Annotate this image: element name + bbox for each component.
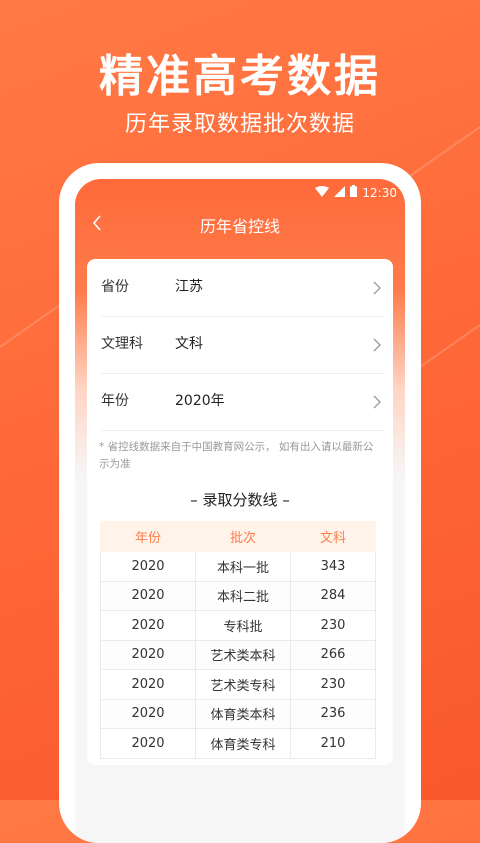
- phone-frame: 12:30 历年省控线 省份 江苏 文理科 文科 年份 2020年 * 省控线数…: [59, 163, 421, 843]
- filter-value: 2020年: [175, 393, 225, 409]
- table-cell: 2020: [100, 580, 196, 611]
- table-cell: 343: [290, 551, 376, 582]
- table-cell: 专科批: [195, 610, 291, 641]
- chevron-right-icon: [373, 394, 381, 413]
- filter-label: 年份: [101, 393, 129, 409]
- table-cell: 体育类专科: [195, 728, 291, 759]
- table-cell: 本科二批: [195, 580, 291, 611]
- table-cell: 2020: [100, 551, 196, 582]
- table-cell: 艺术类专科: [195, 669, 291, 700]
- signal-icon: [334, 185, 346, 200]
- table-row: 2020 艺术类本科 266: [100, 639, 376, 670]
- status-icons: 12:30: [315, 185, 397, 200]
- table-cell: 2020: [100, 728, 196, 759]
- chevron-right-icon: [373, 337, 381, 356]
- hero-subtitle: 历年录取数据批次数据: [124, 112, 355, 137]
- table-row: 2020 本科一批 343: [100, 551, 376, 582]
- table-cell: 体育类本科: [195, 698, 291, 729]
- filter-row-province[interactable]: 省份 江苏: [87, 259, 393, 316]
- table-row: 2020 本科二批 284: [100, 580, 376, 611]
- filter-label: 省份: [101, 279, 129, 295]
- chevron-right-icon: [373, 280, 381, 299]
- table-cell: 284: [290, 580, 376, 611]
- section-title: – 录取分数线 –: [190, 491, 290, 509]
- filter-value: 文科: [175, 336, 203, 352]
- table-header-row: 年份 批次 文科: [100, 521, 376, 552]
- content-card: 省份 江苏 文理科 文科 年份 2020年 * 省控线数据来自于中国教育网公示，…: [87, 259, 393, 765]
- filter-label: 文理科: [101, 336, 143, 352]
- filter-row-year[interactable]: 年份 2020年: [87, 373, 393, 430]
- table-cell: 2020: [100, 639, 196, 670]
- table-cell: 2020: [100, 669, 196, 700]
- table-row: 2020 专科批 230: [100, 610, 376, 641]
- table-row: 2020 体育类专科 210: [100, 728, 376, 759]
- table-cell: 2020: [100, 698, 196, 729]
- phone-screen: 12:30 历年省控线 省份 江苏 文理科 文科 年份 2020年 * 省控线数…: [75, 179, 405, 843]
- filter-row-subject[interactable]: 文理科 文科: [87, 316, 393, 373]
- page-title: 历年省控线: [199, 217, 280, 236]
- table-cell: 本科一批: [195, 551, 291, 582]
- table-cell: 2020: [100, 610, 196, 641]
- score-table: 年份 批次 文科 2020 本科一批 343 2020 本科二批 284 202…: [100, 521, 376, 759]
- table-cell: 266: [290, 639, 376, 670]
- table-cell: 236: [290, 698, 376, 729]
- table-row: 2020 艺术类专科 230: [100, 669, 376, 700]
- table-cell: 210: [290, 728, 376, 759]
- status-bar: 12:30: [75, 179, 405, 207]
- nav-bar: 历年省控线: [75, 207, 405, 243]
- table-row: 2020 体育类本科 236: [100, 698, 376, 729]
- table-cell: 230: [290, 669, 376, 700]
- data-source-note: * 省控线数据来自于中国教育网公示， 如有出入请以最新公示为准: [99, 441, 374, 470]
- table-cell: 艺术类本科: [195, 639, 291, 670]
- column-header: 批次: [195, 521, 291, 552]
- hero-title: 精准高考数据: [99, 51, 381, 102]
- column-header: 文科: [290, 521, 376, 552]
- status-time: 12:30: [362, 185, 397, 200]
- battery-icon: [350, 185, 358, 200]
- filter-value: 江苏: [175, 279, 203, 295]
- column-header: 年份: [100, 521, 196, 552]
- divider: [101, 430, 385, 431]
- table-cell: 230: [290, 610, 376, 641]
- wifi-icon: [315, 185, 330, 200]
